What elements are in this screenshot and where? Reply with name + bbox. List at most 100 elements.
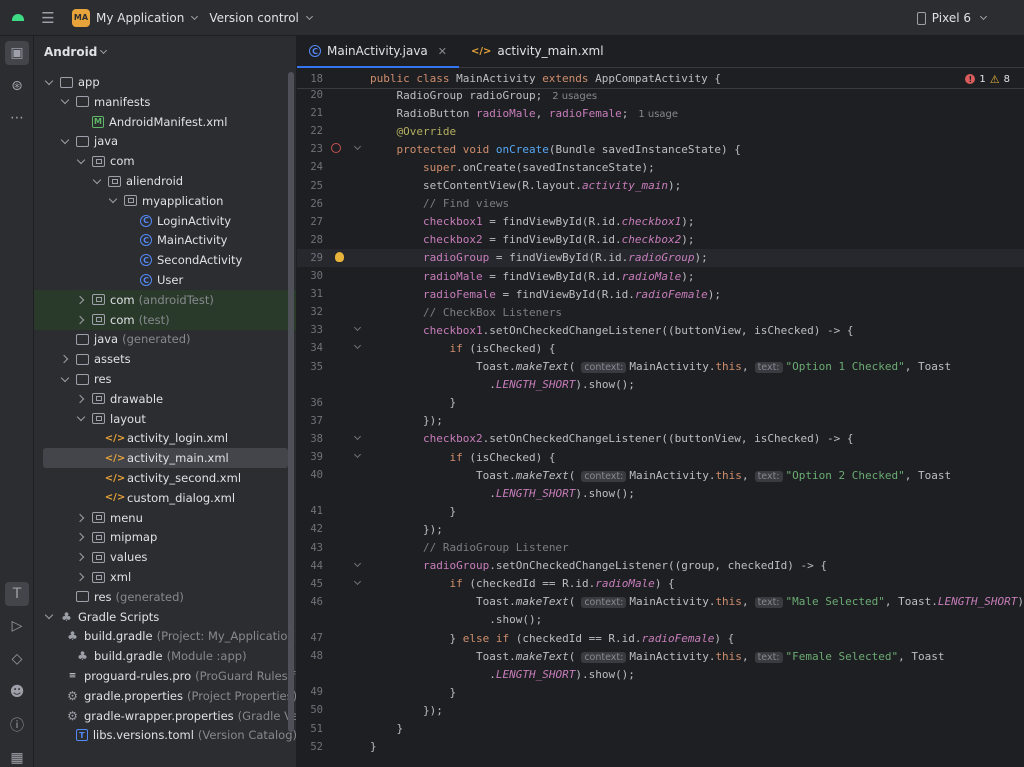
- gutter[interactable]: [323, 122, 370, 140]
- chevron-down-icon[interactable]: [108, 196, 118, 206]
- fold-icon[interactable]: [353, 143, 362, 151]
- code-line[interactable]: 21 RadioButton radioMale, radioFemale; 1 …: [297, 104, 1024, 122]
- code-line[interactable]: 37 });: [297, 412, 1024, 430]
- gutter[interactable]: [323, 249, 370, 267]
- code-line[interactable]: 49 }: [297, 683, 1024, 701]
- gutter[interactable]: [323, 231, 370, 249]
- tree-item[interactable]: ⚙gradle-wrapper.properties(Gradle Vers: [34, 706, 296, 726]
- gutter[interactable]: [323, 412, 370, 430]
- inspections-widget[interactable]: ! 1 ⚠ 8: [965, 69, 1010, 89]
- code-line[interactable]: 47 } else if (checkedId == R.id.radioFem…: [297, 629, 1024, 647]
- code-line[interactable]: 45 if (checkedId == R.id.radioMale) {: [297, 575, 1024, 593]
- code-area[interactable]: 20 RadioGroup radioGroup; 2 usages 21 Radi…: [297, 69, 1024, 767]
- code-line[interactable]: 33 checkbox1.setOnCheckedChangeListener(…: [297, 321, 1024, 339]
- terminal-icon[interactable]: ▦: [5, 746, 29, 767]
- tree-item[interactable]: app: [34, 72, 296, 92]
- fold-icon[interactable]: [353, 324, 362, 332]
- code-line[interactable]: 50 });: [297, 701, 1024, 719]
- gutter[interactable]: [323, 683, 370, 701]
- code-line[interactable]: 24 super.onCreate(savedInstanceState);: [297, 158, 1024, 176]
- code-line[interactable]: 34 if (isChecked) {: [297, 339, 1024, 357]
- tab-activity-main-xml[interactable]: </> activity_main.xml: [459, 35, 616, 67]
- gutter[interactable]: [323, 195, 370, 213]
- gutter[interactable]: [323, 647, 370, 665]
- gutter[interactable]: [323, 213, 370, 231]
- code-line[interactable]: 25 setContentView(R.layout.activity_main…: [297, 177, 1024, 195]
- vcs-menu[interactable]: Version control: [209, 11, 316, 25]
- project-view-selector[interactable]: Android: [34, 36, 296, 68]
- tree-item[interactable]: java (generated): [34, 329, 296, 349]
- code-line[interactable]: 42 });: [297, 520, 1024, 538]
- tree-item[interactable]: ♣ Gradle Scripts: [34, 607, 296, 627]
- chevron-down-icon[interactable]: [44, 77, 54, 87]
- code-line[interactable]: 44 radioGroup.setOnCheckedChangeListener…: [297, 557, 1024, 575]
- tree-item[interactable]: layout: [34, 409, 296, 429]
- fold-icon[interactable]: [353, 559, 362, 567]
- terminal-t-icon[interactable]: T: [5, 582, 29, 606]
- code-line[interactable]: 41 }: [297, 502, 1024, 520]
- sticky-header[interactable]: 18 public class MainActivity extends App…: [297, 69, 1024, 89]
- tree-item[interactable]: manifests: [34, 92, 296, 112]
- code-line[interactable]: 35 Toast.makeText(context: MainActivity.t…: [297, 358, 1024, 376]
- fold-icon[interactable]: [353, 432, 362, 440]
- tree-item[interactable]: com (androidTest): [34, 289, 296, 310]
- tree-item[interactable]: mipmap: [34, 527, 296, 547]
- tree-item[interactable]: ≡ proguard-rules.pro (ProGuard Rules for: [34, 666, 296, 686]
- gutter[interactable]: [323, 448, 370, 466]
- gutter[interactable]: [323, 629, 370, 647]
- code-line[interactable]: 22 @Override: [297, 122, 1024, 140]
- structure-icon[interactable]: ⊛: [5, 74, 29, 98]
- tree-item[interactable]: aliendroid: [34, 171, 296, 191]
- code-line[interactable]: 32 // CheckBox Listeners: [297, 303, 1024, 321]
- gutter[interactable]: [323, 720, 370, 738]
- gutter[interactable]: [323, 267, 370, 285]
- main-menu-icon[interactable]: ☰: [32, 0, 64, 36]
- run-icon[interactable]: ▷: [5, 614, 29, 638]
- code-line[interactable]: 23 protected void onCreate(Bundle savedI…: [297, 140, 1024, 158]
- gutter[interactable]: [323, 430, 370, 448]
- code-line[interactable]: 43 // RadioGroup Listener: [297, 539, 1024, 557]
- code-line[interactable]: 39 if (isChecked) {: [297, 448, 1024, 466]
- gutter[interactable]: [323, 321, 370, 339]
- chevron-right-icon[interactable]: [76, 295, 86, 305]
- gutter[interactable]: [323, 376, 370, 394]
- override-icon[interactable]: [331, 143, 341, 154]
- device-selector[interactable]: Pixel 6: [916, 0, 990, 36]
- code-line[interactable]: 30 radioMale = findViewById(R.id.radioMa…: [297, 267, 1024, 285]
- gutter[interactable]: [323, 557, 370, 575]
- code-line[interactable]: 27 checkbox1 = findViewById(R.id.checkbo…: [297, 213, 1024, 231]
- code-line[interactable]: 29 radioGroup = findViewById(R.id.radioG…: [297, 248, 1024, 267]
- chevron-down-icon[interactable]: [44, 612, 54, 622]
- gutter[interactable]: [323, 520, 370, 538]
- tree-item[interactable]: myapplication: [34, 191, 296, 211]
- code-line[interactable]: 40 Toast.makeText(context: MainActivity.t…: [297, 466, 1024, 484]
- chevron-right-icon[interactable]: [60, 354, 70, 364]
- tree-item[interactable]: </> activity_login.xml: [34, 428, 296, 448]
- chevron-down-icon[interactable]: [76, 156, 86, 166]
- gem-icon[interactable]: ◇: [5, 647, 29, 671]
- tree-item[interactable]: C User: [34, 270, 296, 290]
- code-line[interactable]: 51 }: [297, 720, 1024, 738]
- code-line[interactable]: .LENGTH_SHORT).show();: [297, 484, 1024, 502]
- editor-scrollbar[interactable]: [1016, 69, 1024, 767]
- code-line[interactable]: 52}: [297, 738, 1024, 756]
- tree-item[interactable]: menu: [34, 508, 296, 528]
- tree-item[interactable]: C LoginActivity: [34, 211, 296, 231]
- gutter[interactable]: [323, 104, 370, 122]
- chevron-right-icon[interactable]: [76, 552, 86, 562]
- chevron-right-icon[interactable]: [76, 572, 86, 582]
- gutter[interactable]: [323, 158, 370, 176]
- lightbulb-icon[interactable]: [335, 251, 344, 262]
- gutter[interactable]: [323, 484, 370, 502]
- tree-item[interactable]: </> activity_main.xml: [43, 448, 288, 469]
- project-scrollbar[interactable]: [288, 72, 294, 732]
- tree-item[interactable]: com: [34, 151, 296, 171]
- tree-item[interactable]: xml: [34, 567, 296, 587]
- gutter[interactable]: [323, 140, 370, 158]
- chevron-right-icon[interactable]: [76, 513, 86, 523]
- tree-item[interactable]: drawable: [34, 389, 296, 409]
- gutter[interactable]: [323, 466, 370, 484]
- gutter[interactable]: [323, 358, 370, 376]
- code-line[interactable]: 48 Toast.makeText(context: MainActivity.t…: [297, 647, 1024, 665]
- tree-item[interactable]: ⚙ gradle.properties (Project Properties): [34, 686, 296, 706]
